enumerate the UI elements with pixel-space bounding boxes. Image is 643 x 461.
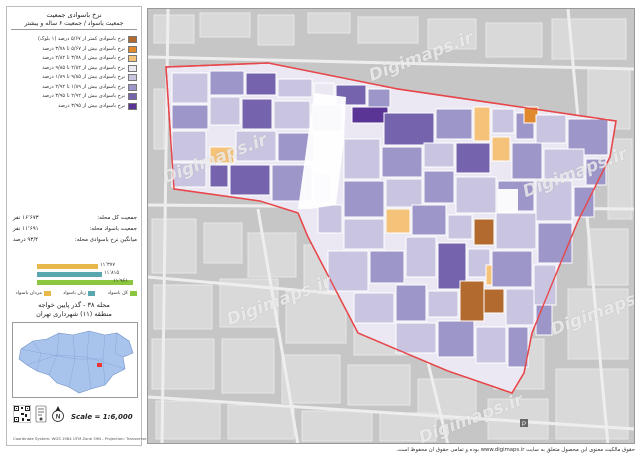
bar-legend-swatch	[130, 291, 137, 296]
stat-total-population: جمعیت کل محله: ۱۶٬۶۷۳ نفر	[13, 213, 137, 224]
stat-value: ۱۶٬۶۷۳ نفر	[13, 215, 39, 221]
legend-item: نرخ باسوادی بیش از ۹/۸۵ تا ۱/۸۹ درصد	[13, 73, 137, 82]
legend-swatch	[128, 102, 137, 110]
map-canvas[interactable]: P	[148, 9, 635, 444]
locator-map-graphic	[13, 323, 137, 397]
legend-title: نرخ باسوادی جمعیت	[46, 11, 102, 19]
legend-swatch	[128, 74, 137, 81]
stat-label: جمعیت کل محله:	[97, 215, 137, 221]
legend-swatch	[128, 45, 137, 53]
bar-legend-label: زنان باسواد	[63, 291, 86, 296]
stat-label: جمعیت باسواد محله:	[89, 226, 137, 232]
svg-text:P: P	[522, 422, 526, 428]
bar-legend-label: مردان باسواد	[15, 291, 43, 296]
district-line-1: محله ۳۸ - گذر پایین خواجه	[38, 301, 110, 309]
bar-label-total: ۱۱٬۹۶۱	[113, 278, 129, 284]
legend-label: نرخ باسوادی بیش از ۵/۶۷ تا ۳/۷۸ درصد	[42, 45, 125, 52]
legend-item: نرخ باسوادی بیش از ۳/۷۸ تا ۲/۸۲ درصد	[13, 54, 137, 63]
bar-men	[37, 264, 98, 269]
locator-highlight	[97, 363, 102, 367]
coordinate-system-note: Coordinate System: WGS 1984 UTM Zone 39N…	[13, 436, 165, 441]
literacy-bar-chart: ۱۱٬۳۷۷ ۱۱٬۸۱۵ ۱۱٬۹۶۱	[37, 262, 135, 287]
qr-code-icon	[13, 405, 31, 423]
open-space-2	[498, 189, 518, 213]
legend-label: نرخ باسوادی بیش از ۳/۹۵ درصد	[58, 102, 125, 109]
legend-item: نرخ باسوادی کمتر از ۵/۶۷ درصد (۱ بلوک)	[13, 35, 137, 44]
bar-legend-swatch	[88, 291, 95, 296]
bar-legend: کل باسواد زنان باسواد مردان باسواد	[13, 288, 137, 300]
legend-label: نرخ باسوادی بیش از ۲/۹۲ تا ۳/۹۵ درصد	[42, 93, 125, 99]
bar-legend-item: زنان باسواد	[53, 288, 95, 300]
bar-label-men: ۱۱٬۳۷۷	[100, 262, 116, 268]
legend-item: نرخ باسوادی بیش از ۳/۹۵ درصد	[13, 102, 137, 111]
svg-text:N: N	[56, 415, 60, 421]
legend-item: نرخ باسوادی بیش از ۲/۸۲ تا ۹/۸۵ درصد	[13, 64, 137, 73]
north-arrow-icon: N	[52, 406, 64, 422]
bar-legend-label: کل باسواد	[107, 291, 128, 296]
legend-list: نرخ باسوادی کمتر از ۵/۶۷ درصد (۱ بلوک) ن…	[13, 35, 137, 111]
legend-swatch	[128, 83, 137, 91]
map-furniture: N Scale = 1:6,000 Coordinate System: WGS…	[11, 403, 165, 441]
digimaps-logo-icon	[35, 405, 47, 423]
legend-swatch	[128, 36, 137, 43]
copyright-notice: حقوق مالکیت معنوی این محصول متعلق به سای…	[396, 447, 635, 453]
bar-legend-item: کل باسواد	[97, 288, 137, 300]
legend-label: نرخ باسوادی بیش از ۱/۸۹ تا ۲/۹۲ درصد	[42, 83, 125, 90]
tehran-locator-map	[12, 322, 138, 398]
legend-subtitle: جمعیت باسواد / جمعیت ۶ ساله و بیشتر	[11, 20, 137, 30]
legend-swatch	[128, 55, 137, 62]
legend-item: نرخ باسوادی بیش از ۱/۸۹ تا ۲/۹۲ درصد	[13, 83, 137, 92]
stat-value: ۹۳/۴ درصد	[13, 237, 39, 243]
legend-item: نرخ باسوادی بیش از ۵/۶۷ تا ۳/۷۸ درصد	[13, 45, 137, 54]
district-title: محله ۳۸ - گذر پایین خواجه منطقه (۱۱) شهر…	[11, 301, 137, 319]
map-sheet: نرخ باسوادی جمعیت جمعیت باسواد / جمعیت ۶…	[0, 0, 643, 461]
legend-swatch	[128, 64, 137, 72]
bar-legend-item: مردان باسواد	[11, 288, 51, 300]
legend-panel: نرخ باسوادی جمعیت جمعیت باسواد / جمعیت ۶…	[6, 6, 165, 446]
district-line-2: منطقه (۱۱) شهرداری تهران	[36, 310, 112, 318]
neighborhood-stats: جمعیت کل محله: ۱۶٬۶۷۳ نفر جمعیت باسواد م…	[13, 213, 137, 246]
bar-legend-swatch	[44, 291, 51, 296]
map-scale: Scale = 1:6,000	[71, 413, 133, 421]
stat-literate-population: جمعیت باسواد محله: ۱۱٬۶۹۱ نفر	[13, 224, 137, 235]
legend-label: نرخ باسوادی بیش از ۹/۸۵ تا ۱/۸۹ درصد	[42, 74, 125, 80]
legend-label: نرخ باسوادی کمتر از ۵/۶۷ درصد (۱ بلوک)	[37, 36, 125, 42]
legend-label: نرخ باسوادی بیش از ۳/۷۸ تا ۲/۸۲ درصد	[42, 55, 125, 61]
stat-value: ۱۱٬۶۹۱ نفر	[13, 226, 39, 232]
stat-literacy-rate: میانگین نرخ باسوادی محله: ۹۳/۴ درصد	[13, 235, 137, 246]
map-view[interactable]: P Digimaps.ir Digimaps.ir Digimaps.ir Di…	[147, 8, 635, 444]
legend-item: نرخ باسوادی بیش از ۲/۹۲ تا ۳/۹۵ درصد	[13, 92, 137, 101]
legend-label: نرخ باسوادی بیش از ۲/۸۲ تا ۹/۸۵ درصد	[42, 64, 125, 71]
bar-women	[37, 272, 102, 277]
stat-label: میانگین نرخ باسوادی محله:	[74, 237, 137, 243]
bar-label-women: ۱۱٬۸۱۵	[104, 270, 120, 276]
legend-swatch	[128, 93, 137, 100]
